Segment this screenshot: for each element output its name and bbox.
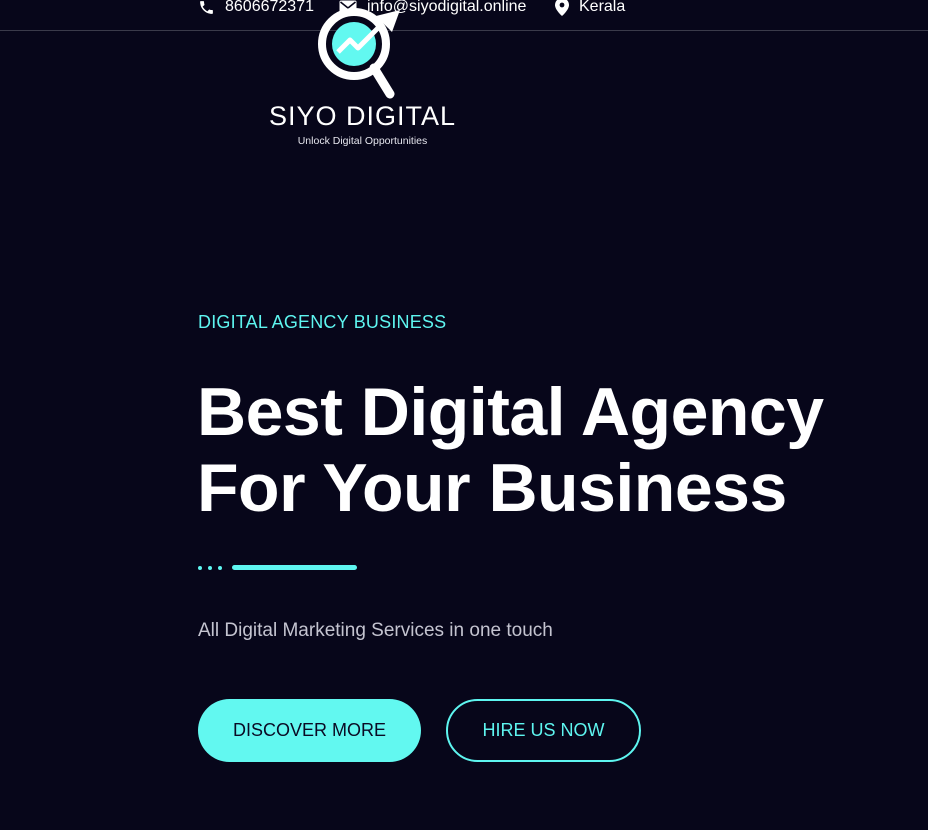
logo-name: SIYO DIGITAL [268,101,457,131]
divider-dot [208,566,212,570]
divider-dot [218,566,222,570]
discover-more-button[interactable]: DISCOVER MORE [198,699,421,762]
logo-tagline: Unlock Digital Opportunities [297,135,428,147]
accent-divider [198,565,358,571]
headline-line-1: Best Digital Agency [197,374,824,450]
magnifier-chart-icon [318,8,400,99]
site-logo[interactable]: SIYO DIGITAL Unlock Digital Opportunitie… [260,0,465,150]
map-pin-icon [555,0,569,16]
divider-dot [198,566,202,570]
hero-eyebrow: DIGITAL AGENCY BUSINESS [198,312,447,332]
divider-bar [232,565,357,570]
headline-line-2: For Your Business [197,450,787,526]
hero-subtitle: All Digital Marketing Services in one to… [198,620,553,641]
phone-icon [200,0,213,14]
location-text: Kerala [579,0,626,15]
hire-us-now-button[interactable]: HIRE US NOW [446,699,641,762]
location-contact: Kerala [555,0,625,16]
hero-headline: Best Digital Agency For Your Business [197,374,824,526]
